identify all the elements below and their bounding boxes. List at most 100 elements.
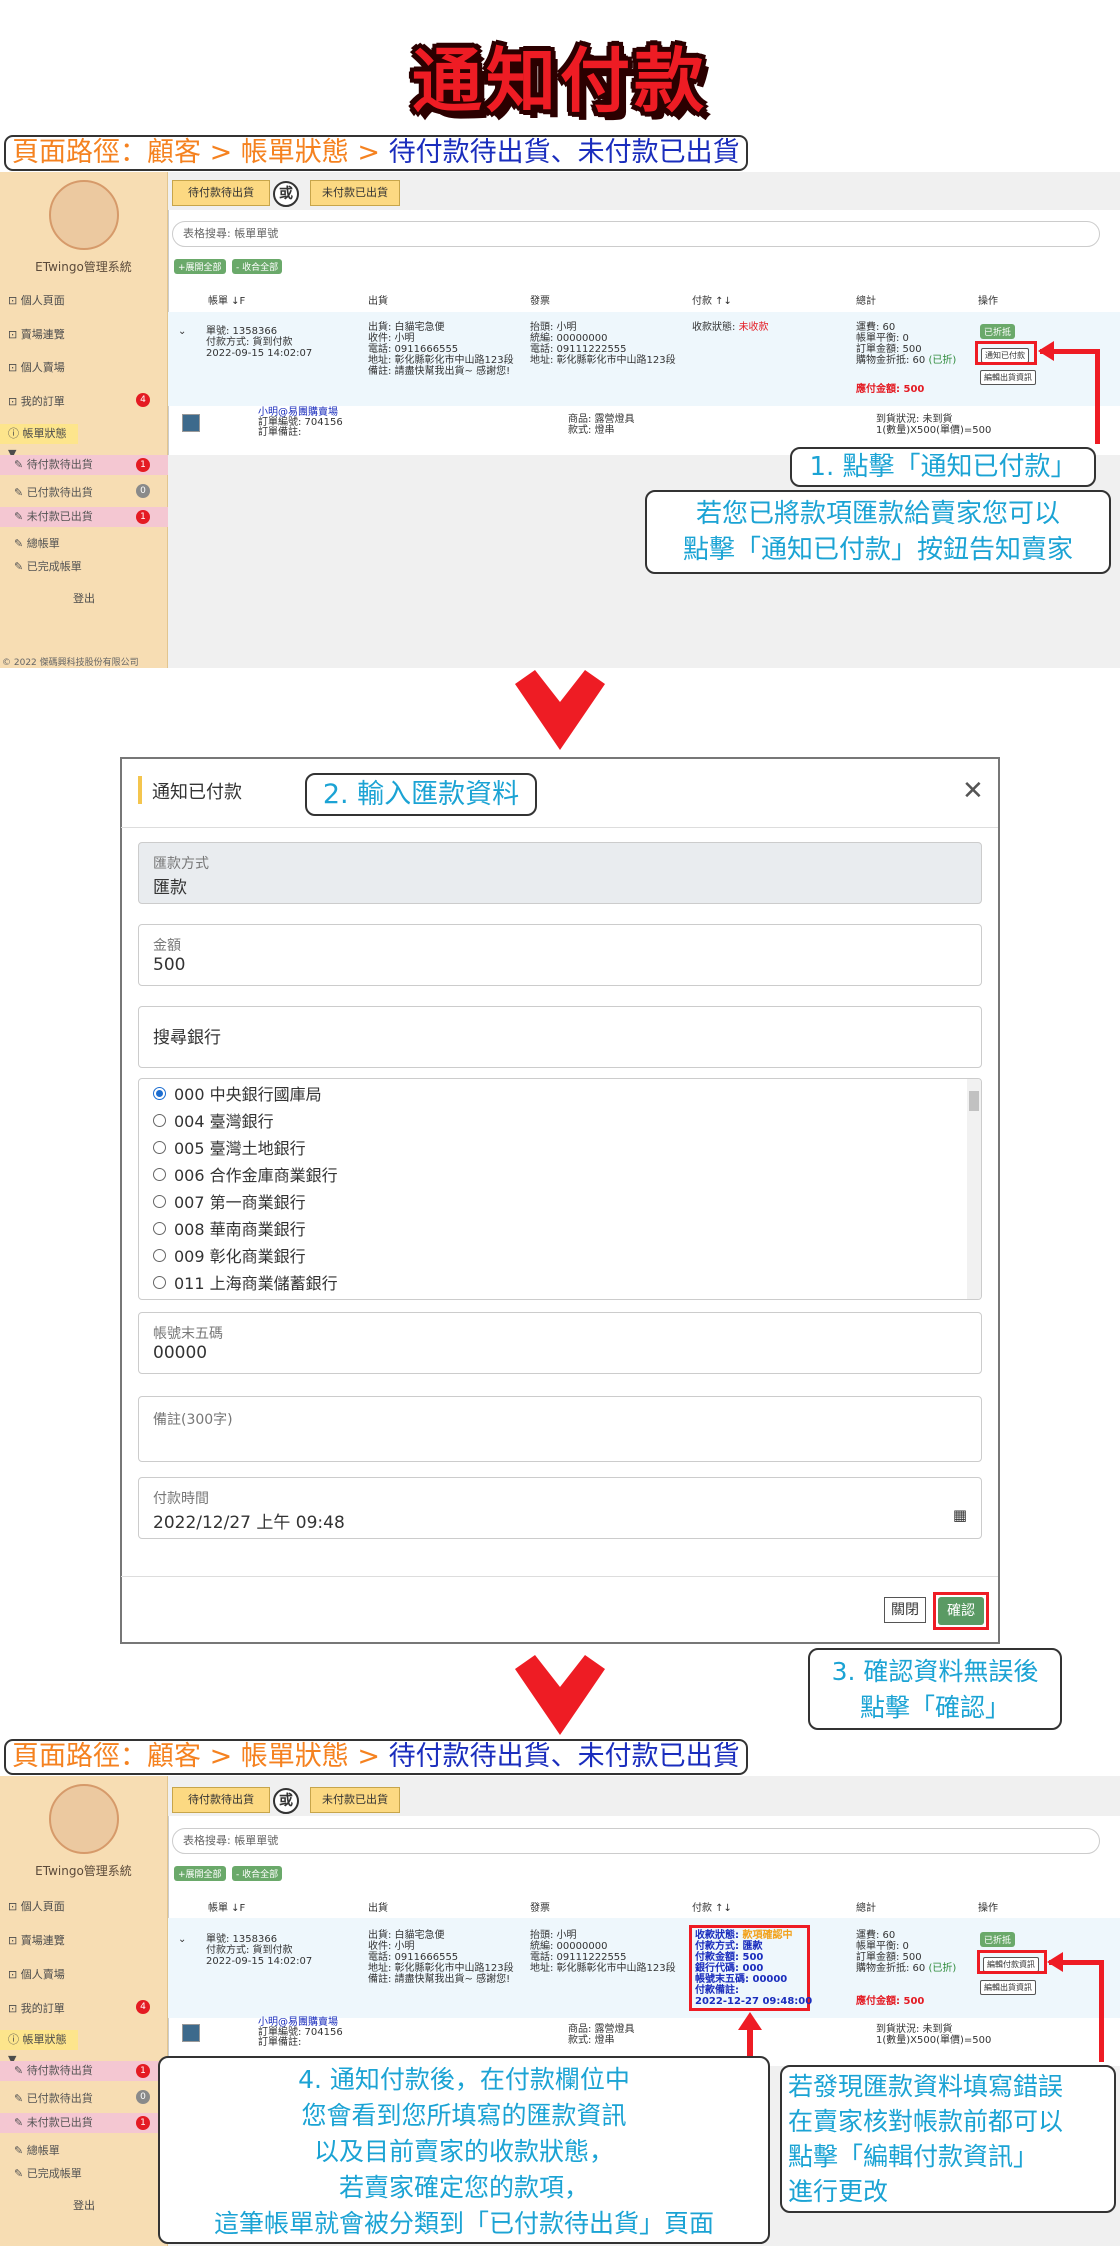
- scrollbar-thumb[interactable]: [969, 1091, 979, 1111]
- ship-line: 地址: 彰化縣彰化市中山路123段: [368, 1963, 514, 1974]
- header-bill[interactable]: 帳單 ↓F: [208, 292, 245, 307]
- sidebar-item-label: 個人賣場: [20, 361, 65, 374]
- method-field: 匯款方式 匯款: [138, 842, 982, 904]
- sidebar-item-browse[interactable]: ⊡ 賣場連覽: [0, 326, 168, 342]
- field-value: 500: [153, 955, 186, 975]
- tab-unpaid-shipped[interactable]: 未付款已出貨: [310, 180, 400, 206]
- expand-all-button[interactable]: +展開全部: [174, 259, 226, 274]
- sidebar-item-label: 未付款已出貨: [26, 510, 93, 523]
- bank-option[interactable]: 005 臺灣土地銀行: [153, 1135, 306, 1162]
- breadcrumb-billing: 帳單狀態: [240, 1741, 349, 1772]
- sidebar-item-home[interactable]: ⊡ 個人頁面: [0, 1898, 168, 1914]
- search-input[interactable]: 表格搜尋: 帳單單號: [172, 1828, 1100, 1854]
- divider: [121, 827, 998, 828]
- avatar: [48, 180, 119, 250]
- calendar-icon[interactable]: ▦: [953, 1506, 967, 1524]
- confirm-button[interactable]: 確認: [938, 1597, 984, 1625]
- row-toggle-icon[interactable]: ⌄: [178, 326, 186, 337]
- sidebar-item-unpaid-shipped[interactable]: ✎ 未付款已出貨 1: [0, 507, 168, 527]
- sidebar-item-completed[interactable]: ✎ 已完成帳單: [0, 558, 168, 574]
- sidebar-item-label: 已付款待出貨: [26, 2092, 93, 2105]
- note-step2: 2. 輸入匯款資料: [305, 773, 537, 816]
- order-number: 單號: 1358366: [206, 1934, 278, 1945]
- breadcrumb-sep: >: [201, 1741, 241, 1772]
- invoice-info: 抬頭: 小明 統編: 00000000 電話: 09111222555 地址: 彰化縣…: [530, 1930, 676, 1974]
- invoice-line: 統編: 00000000: [530, 333, 608, 344]
- total-line: 訂單金額: 500: [856, 344, 922, 355]
- sidebar-item-label: 待付款待出貨: [26, 2064, 93, 2077]
- note-step4: 4. 通知付款後，在付款欄位中 您會看到您所填寫的匯款資訊 以及目前賣家的收款狀…: [158, 2056, 770, 2244]
- bank-option[interactable]: 000 中央銀行國庫局: [153, 1081, 322, 1108]
- sidebar-item-all-bills[interactable]: ✎ 總帳單: [0, 2142, 168, 2158]
- tab-unpaid-shipped[interactable]: 未付款已出貨: [310, 1787, 400, 1813]
- arrival-status: 到貨狀況: 未到貨: [876, 2024, 953, 2035]
- system-name: ETwingo管理系統: [35, 260, 132, 274]
- sidebar-item-pending[interactable]: ✎ 待付款待出貨 1: [0, 2061, 168, 2081]
- ship-line: 備註: 請盡快幫我出貨~ 感謝您!: [368, 366, 511, 377]
- sidebar-item-billing[interactable]: ⓘ 帳單狀態 ▼: [0, 2030, 78, 2066]
- remark-textarea[interactable]: 備註(300字): [138, 1396, 982, 1462]
- sidebar-item-unpaid-shipped[interactable]: ✎ 未付款已出貨 1: [0, 2113, 168, 2133]
- sidebar-item-home[interactable]: ⊡ 個人頁面: [0, 292, 168, 308]
- tab-pending[interactable]: 待付款待出貨: [172, 1787, 270, 1813]
- arrival-status: 到貨狀況: 未到貨: [876, 414, 953, 425]
- tab-pending[interactable]: 待付款待出貨: [172, 180, 270, 206]
- sidebar-item-paid[interactable]: ✎ 已付款待出貨 0: [0, 484, 168, 500]
- sub-row-arrival: 到貨狀況: 未到貨 1(數量)X500(單價)=500: [876, 2024, 991, 2046]
- collapse-all-button[interactable]: - 收合全部: [232, 1866, 283, 1881]
- bank-option[interactable]: 007 第一商業銀行: [153, 1189, 306, 1216]
- payment-time: 2022-12-27 09:48:00: [695, 1996, 813, 2007]
- collapse-all-button[interactable]: - 收合全部: [232, 259, 283, 274]
- product-spec: 款式: 燈串: [568, 425, 615, 436]
- radio-icon: [153, 1141, 166, 1154]
- count-badge: 1: [136, 510, 150, 524]
- sidebar-item-label: 賣場連覽: [20, 1934, 65, 1947]
- close-icon[interactable]: ✕: [962, 776, 984, 806]
- sidebar-item-orders[interactable]: ⊡ 我的訂單 4: [0, 2000, 168, 2016]
- header-bill[interactable]: 帳單 ↓F: [208, 1899, 245, 1914]
- modal-title: 通知已付款: [152, 782, 242, 803]
- account-field[interactable]: 帳號末五碼 00000: [138, 1312, 982, 1374]
- payment-line: 付款備註:: [695, 1985, 739, 1996]
- sidebar-item-paid[interactable]: ✎ 已付款待出貨 0: [0, 2090, 168, 2106]
- sidebar-item-browse[interactable]: ⊡ 賣場連覽: [0, 1932, 168, 1948]
- note-line: 點擊「確認」: [859, 1693, 1010, 1722]
- sidebar-item-billing[interactable]: ⓘ 帳單狀態 ▼: [0, 424, 78, 460]
- sidebar-item-store[interactable]: ⊡ 個人賣場: [0, 359, 168, 375]
- amount-due: 應付金額: 500: [856, 384, 925, 395]
- row-toggle-icon[interactable]: ⌄: [178, 1934, 186, 1945]
- bank-option[interactable]: 004 臺灣銀行: [153, 1108, 274, 1135]
- payment-time-field[interactable]: 付款時間 2022/12/27 上午 09:48 ▦: [138, 1477, 982, 1539]
- header-total: 總計: [856, 1903, 876, 1914]
- payment-line: 銀行代碼: 000: [695, 1963, 764, 1974]
- search-input[interactable]: 表格搜尋: 帳單單號: [172, 221, 1100, 247]
- expand-all-button[interactable]: +展開全部: [174, 1866, 226, 1881]
- scrollbar[interactable]: [967, 1079, 981, 1299]
- field-value: 匯款: [153, 878, 187, 898]
- amount-due: 應付金額: 500: [856, 1996, 925, 2007]
- amount-field[interactable]: 金額 500: [138, 924, 982, 986]
- note-line: 這筆帳單就會被分類到「已付款待出貨」頁面: [213, 2209, 714, 2238]
- bank-label: 000 中央銀行國庫局: [174, 1085, 322, 1104]
- breadcrumb-sep: >: [348, 1741, 389, 1772]
- header-payment[interactable]: 付款 ↑↓: [692, 292, 732, 307]
- logout-button[interactable]: 登出: [0, 590, 168, 606]
- edit-shipping-button[interactable]: 編輯出貨資訊: [980, 1980, 1036, 1995]
- bank-option[interactable]: 009 彰化商業銀行: [153, 1243, 306, 1270]
- edit-shipping-button[interactable]: 編輯出貨資訊: [980, 370, 1036, 385]
- bank-search-input[interactable]: 搜尋銀行: [138, 1006, 982, 1068]
- logout-button[interactable]: 登出: [0, 2197, 168, 2213]
- sidebar-item-orders[interactable]: ⊡ 我的訂單 4: [0, 393, 168, 409]
- sidebar-item-store[interactable]: ⊡ 個人賣場: [0, 1966, 168, 1982]
- bank-option[interactable]: 011 上海商業儲蓄銀行: [153, 1270, 338, 1297]
- header-payment[interactable]: 付款 ↑↓: [692, 1899, 732, 1914]
- sidebar-item-completed[interactable]: ✎ 已完成帳單: [0, 2165, 168, 2181]
- sidebar-item-all-bills[interactable]: ✎ 總帳單: [0, 535, 168, 551]
- sidebar-item-pending[interactable]: ✎ 待付款待出貨 1: [0, 455, 168, 475]
- shipping-info: 出貨: 白貓宅急便 收件: 小明 電話: 0911666555 地址: 彰化縣彰化市中…: [368, 1930, 514, 1985]
- bank-option[interactable]: 006 合作金庫商業銀行: [153, 1162, 338, 1189]
- close-button[interactable]: 關閉: [884, 1597, 926, 1623]
- bank-option[interactable]: 008 華南商業銀行: [153, 1216, 306, 1243]
- bank-list[interactable]: 000 中央銀行國庫局 004 臺灣銀行 005 臺灣土地銀行 006 合作金庫…: [138, 1078, 982, 1300]
- total-line: 運費: 60: [856, 1930, 896, 1941]
